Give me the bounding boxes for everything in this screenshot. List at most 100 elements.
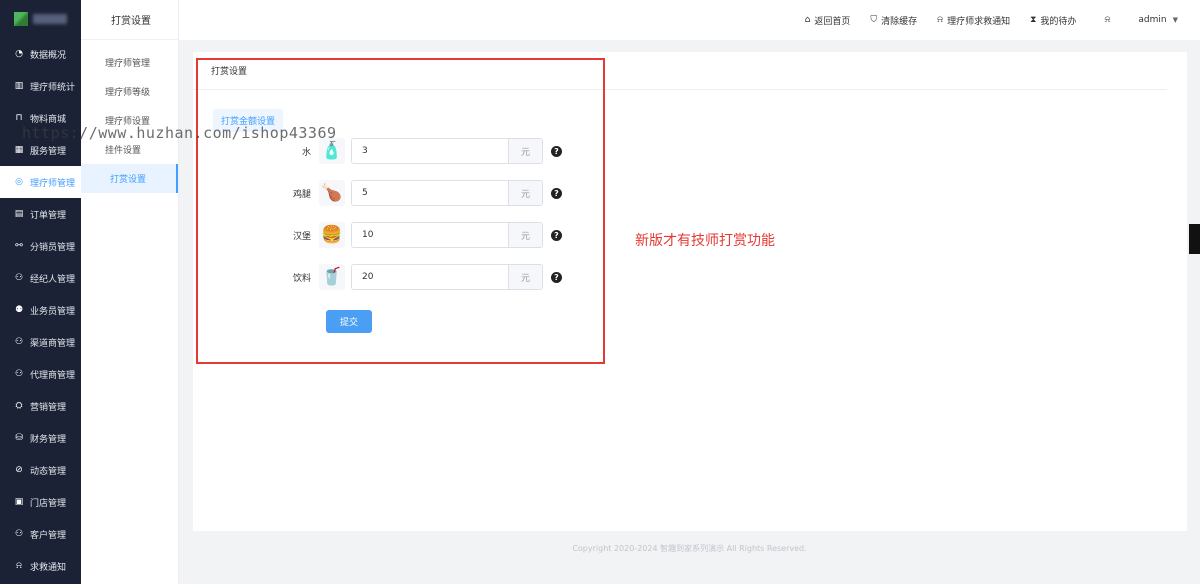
sidebar-item-label: 数据概况 [30, 50, 67, 61]
amount-input-group: 元 [351, 264, 543, 290]
pie-chart-icon: ◔ [15, 49, 23, 59]
submit-button[interactable]: 提交 [326, 310, 372, 333]
reward-row: 鸡腿 🍗 元? [193, 180, 593, 206]
help-icon[interactable]: ? [551, 271, 562, 283]
sidebar-item[interactable]: ⍾ 求救通知 [0, 550, 81, 582]
sidebar-item[interactable]: ⚇ 代理商管理 [0, 358, 81, 390]
money-bag-icon: ⛁ [15, 433, 23, 443]
sidebar-item-label: 动态管理 [30, 466, 67, 477]
sidebar-item[interactable]: ▤ 订单管理 [0, 198, 81, 230]
clipboard-icon: ▤ [14, 209, 24, 219]
user-circle-icon: ◎ [15, 177, 23, 187]
sidebar-item-label: 订单管理 [30, 210, 67, 221]
todo-label: 我的待办 [1040, 16, 1077, 27]
sidebar-item-label: 服务管理 [30, 146, 67, 157]
sidebar-item-label: 求救通知 [30, 562, 67, 573]
secondary-sidebar: 打赏设置 理疗师管理 理疗师等级 理疗师设置 挂件设置 打赏设置 [81, 0, 179, 584]
top-bar: ⌂ 返回首页 ⛉ 清除缓存 ⍾ 理疗师求救通知 ⧗ 我的待办 ⍾ admin ▼ [179, 0, 1200, 40]
todo-link[interactable]: ⧗ 我的待办 [1030, 14, 1076, 27]
sos-notice-label: 理疗师求救通知 [947, 16, 1011, 27]
watermark-text: https://www.huzhan.com/ishop43369 [22, 124, 337, 142]
secondary-sidebar-item[interactable]: 理疗师等级 [81, 77, 178, 106]
amount-input[interactable] [352, 139, 508, 163]
sidebar-item[interactable]: ⚇ 渠道商管理 [0, 326, 81, 358]
help-icon[interactable]: ? [551, 145, 562, 157]
user-menu[interactable]: admin ▼ [1138, 15, 1178, 25]
reward-label: 饮料 [292, 273, 311, 284]
unit-suffix: 元 [508, 223, 542, 247]
org-icon: ⚯ [15, 241, 23, 251]
users-icon: ⚉ [14, 305, 24, 315]
clear-cache-link[interactable]: ⛉ 清除缓存 [870, 14, 917, 27]
sidebar-item[interactable]: ⚇ 经纪人管理 [0, 262, 81, 294]
amount-input-group: 元 [351, 138, 543, 164]
amount-input[interactable] [352, 223, 508, 247]
secondary-sidebar-title: 打赏设置 [81, 0, 178, 40]
sidebar-item[interactable]: ▣ 门店管理 [0, 486, 81, 518]
logo-mark [14, 12, 28, 26]
sidebar-item[interactable]: ⛭ 营销管理 [0, 390, 81, 422]
sidebar-item[interactable]: ◔ 数据概况 [0, 38, 81, 70]
alarm-icon: ⍾ [937, 15, 944, 25]
sidebar-item[interactable]: ⊘ 动态管理 [0, 454, 81, 486]
notification-bell[interactable]: ⍾ [1104, 15, 1114, 25]
sidebar-item[interactable]: ◎ 理疗师管理 [0, 166, 81, 198]
chevron-down-icon: ▼ [1172, 16, 1178, 24]
sidebar-item-label: 营销管理 [30, 402, 67, 413]
sidebar-item-label: 理疗师管理 [30, 178, 76, 189]
edge-tab[interactable] [1189, 224, 1200, 254]
bell-icon: ⍾ [1104, 15, 1111, 25]
main-card: 打赏设置 打赏金额设置 水🧴元?鸡腿🍗元?汉堡🍔元?饮料🥤元? 提交 [193, 52, 1187, 531]
megaphone-icon: ⛭ [15, 401, 23, 411]
bell-icon: ⍾ [16, 561, 22, 571]
reward-row: 汉堡 🍔 元? [193, 222, 593, 248]
sidebar-item[interactable]: ⚯ 分销员管理 [0, 230, 81, 262]
reward-label: 汉堡 [292, 231, 311, 242]
home-link[interactable]: ⌂ 返回首页 [805, 14, 851, 27]
footer-copyright: Copyright 2020-2024 智趣到家系列演示 All Rights … [572, 544, 807, 553]
sos-notice-link[interactable]: ⍾ 理疗师求救通知 [937, 14, 1010, 27]
sidebar-item-label: 分销员管理 [30, 242, 76, 253]
main-sidebar: ◔ 数据概况 ▥ 理疗师统计 ⊓ 物料商城 ▦ 服务管理 ◎ 理疗师管理 ▤ 订单管理 ⚯ 分销员管理 ⚇ 经… [0, 0, 81, 584]
unit-suffix: 元 [508, 265, 542, 289]
secondary-sidebar-item[interactable]: 理疗师管理 [81, 48, 178, 77]
username: admin [1138, 15, 1167, 25]
sidebar-item-label: 门店管理 [30, 498, 67, 509]
burger-icon: 🍔 [319, 222, 345, 248]
app-logo[interactable] [0, 0, 81, 38]
compass-icon: ⊘ [15, 465, 23, 475]
drink-icon: 🥤 [319, 264, 345, 290]
sidebar-item[interactable]: ⛁ 财务管理 [0, 422, 81, 454]
sidebar-item-label: 理疗师统计 [30, 82, 76, 93]
help-icon[interactable]: ? [551, 187, 562, 199]
amount-input-group: 元 [351, 222, 543, 248]
sidebar-item[interactable]: ⚉ 业务员管理 [0, 294, 81, 326]
hourglass-icon: ⧗ [1030, 15, 1037, 25]
broom-icon: ⛉ [870, 15, 878, 25]
secondary-sidebar-item[interactable]: 打赏设置 [81, 164, 178, 193]
sidebar-item-label: 财务管理 [30, 434, 67, 445]
bag-icon: ⊓ [15, 113, 23, 123]
reward-label: 水 [301, 147, 311, 158]
logo-text-blurred [33, 14, 67, 24]
reward-label: 鸡腿 [292, 189, 311, 200]
sidebar-item[interactable]: ⚇ 客户管理 [0, 518, 81, 550]
sidebar-item-label: 客户管理 [30, 530, 67, 541]
chicken-leg-icon: 🍗 [319, 180, 345, 206]
user-link-icon: ⚇ [14, 369, 24, 379]
user-icon: ⚇ [14, 273, 24, 283]
user-badge-icon: ⚇ [14, 337, 24, 347]
sidebar-item[interactable]: ▥ 理疗师统计 [0, 70, 81, 102]
amount-input[interactable] [352, 265, 508, 289]
unit-suffix: 元 [508, 139, 542, 163]
amount-input[interactable] [352, 181, 508, 205]
sidebar-item-label: 业务员管理 [30, 306, 76, 317]
card-title: 打赏设置 [193, 52, 1167, 90]
customer-icon: ⚇ [14, 529, 24, 539]
amount-input-group: 元 [351, 180, 543, 206]
calendar-icon: ▦ [14, 145, 24, 155]
help-icon[interactable]: ? [551, 229, 562, 241]
store-icon: ▣ [14, 497, 24, 507]
sidebar-item-label: 代理商管理 [30, 370, 76, 381]
bar-chart-icon: ▥ [14, 81, 24, 91]
